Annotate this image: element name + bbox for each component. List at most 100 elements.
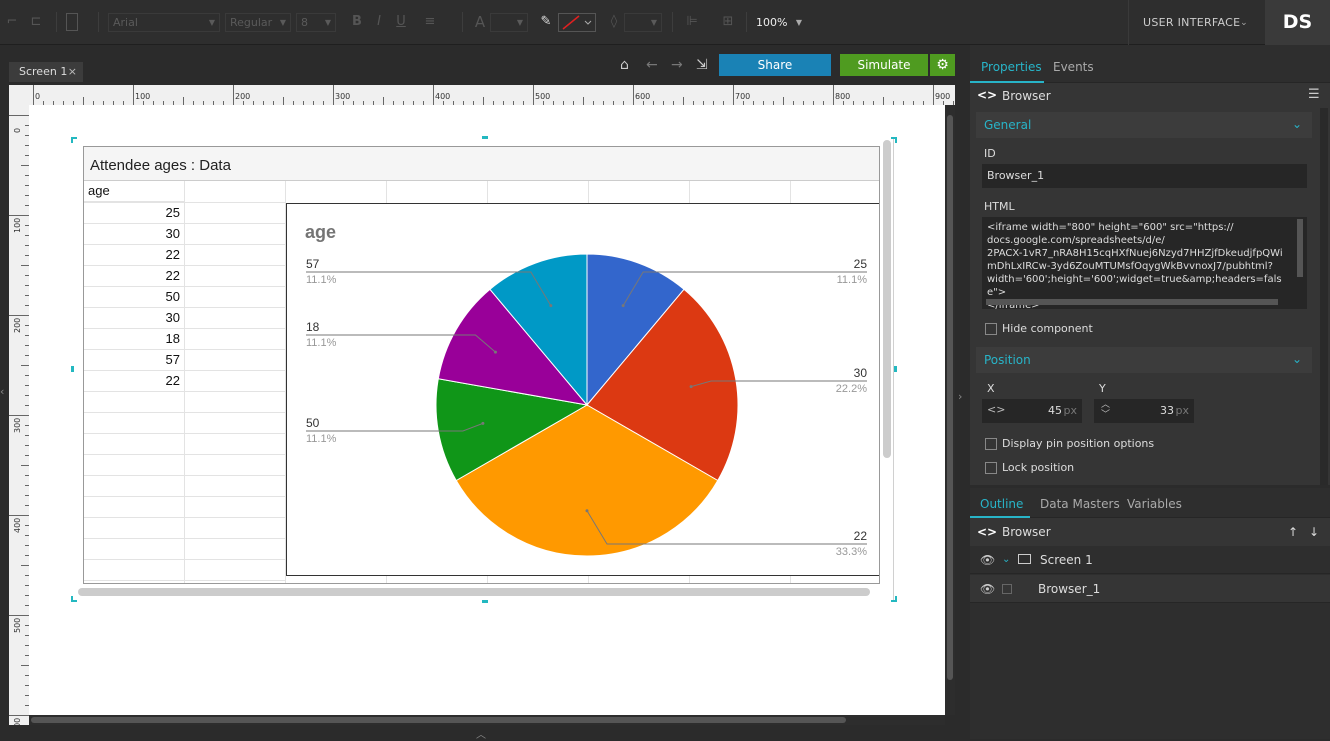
- font-size-select[interactable]: 8 ▼: [296, 13, 336, 32]
- ruler-tick: [883, 97, 884, 105]
- distribute-icon[interactable]: ⊞: [720, 14, 736, 30]
- canvas-horizontal-scrollbar[interactable]: [29, 715, 945, 725]
- y-value: 33: [1160, 404, 1174, 417]
- italic-button[interactable]: I: [371, 14, 387, 30]
- tab-data-masters[interactable]: Data Masters: [1040, 497, 1120, 511]
- ruler-tick: [21, 365, 29, 366]
- bold-button[interactable]: B: [349, 14, 365, 30]
- chevron-down-icon[interactable]: ⌄: [1002, 546, 1010, 574]
- x-value: 45: [1048, 404, 1062, 417]
- ruler-tick: [133, 85, 134, 105]
- frame-icon[interactable]: [66, 13, 78, 31]
- zoom-select[interactable]: 100% ▼: [750, 13, 806, 32]
- format-painter-icon[interactable]: ⌐: [4, 14, 20, 30]
- ruler-tick: [533, 85, 534, 105]
- align-icon[interactable]: ⊫: [684, 14, 700, 30]
- ruler-tick: [633, 85, 634, 105]
- chevron-down-icon: ▼: [324, 18, 331, 27]
- scroll-thumb[interactable]: [31, 717, 846, 723]
- resize-handle[interactable]: [71, 137, 73, 143]
- font-style-select[interactable]: Regular ▼: [225, 13, 291, 32]
- leader-dot: [493, 350, 497, 354]
- data-cell: 22: [165, 373, 180, 388]
- ruler-tick: [21, 465, 29, 466]
- tab-outline[interactable]: Outline: [980, 497, 1023, 511]
- tab-properties[interactable]: Properties: [981, 60, 1042, 74]
- ruler-label: 200: [235, 92, 251, 101]
- resize-handle[interactable]: [895, 596, 897, 602]
- y-input[interactable]: ︿ ﹀ 33 px: [1094, 399, 1194, 423]
- eye-icon[interactable]: 👁: [980, 575, 995, 603]
- eye-icon[interactable]: 👁: [980, 546, 995, 574]
- resize-handle[interactable]: [894, 366, 897, 372]
- ruler-label: 600: [13, 718, 22, 725]
- chevron-down-icon: ▼: [650, 18, 657, 27]
- font-family-value: Arial: [113, 16, 138, 29]
- fill-drop-icon[interactable]: ◊: [606, 14, 622, 30]
- pen-icon[interactable]: ✎: [538, 14, 554, 30]
- resize-handle[interactable]: [71, 366, 74, 372]
- browser-vertical-scrollbar[interactable]: [883, 140, 891, 458]
- gear-icon[interactable]: ⚙: [930, 54, 955, 76]
- slice-percent: 22.2%: [836, 383, 867, 395]
- ruler-tick: [83, 97, 84, 105]
- data-cell: 25: [165, 205, 180, 220]
- arrow-left-icon[interactable]: ←: [646, 57, 658, 73]
- toolbar-divider: [56, 12, 57, 32]
- home-icon[interactable]: ⌂: [620, 57, 629, 73]
- panel-splitter[interactable]: ›: [955, 45, 970, 739]
- canvas-vertical-scrollbar[interactable]: [945, 105, 955, 715]
- resize-handle[interactable]: [71, 596, 73, 602]
- line-height-select[interactable]: ▼: [490, 13, 528, 32]
- stroke-color-picker[interactable]: [558, 13, 596, 32]
- fit-screen-icon[interactable]: ⇲: [696, 57, 708, 73]
- html-textarea[interactable]: <iframe width="800" height="600" src="ht…: [982, 217, 1307, 309]
- hide-component-label: Hide component: [1002, 322, 1093, 335]
- browser-horizontal-scrollbar[interactable]: [78, 588, 870, 596]
- menu-icon[interactable]: ☰: [1308, 87, 1320, 102]
- scroll-thumb[interactable]: [947, 115, 953, 680]
- position-section-header[interactable]: Position ⌄: [976, 347, 1312, 373]
- pin-options-checkbox[interactable]: [985, 438, 997, 450]
- hide-component-checkbox[interactable]: [985, 323, 997, 335]
- resize-handle[interactable]: [482, 600, 488, 603]
- font-family-select[interactable]: Arial ▼: [108, 13, 220, 32]
- chevron-left-icon[interactable]: ‹: [0, 385, 9, 398]
- resize-handle[interactable]: [895, 137, 897, 143]
- general-section-header[interactable]: General ⌄: [976, 112, 1312, 138]
- simulate-button[interactable]: Simulate: [840, 54, 928, 76]
- id-input[interactable]: Browser_1: [982, 164, 1307, 188]
- panel-scrollbar[interactable]: [1320, 108, 1328, 485]
- close-icon[interactable]: ×: [68, 62, 77, 82]
- checkbox-icon[interactable]: [1002, 584, 1012, 594]
- textarea-scrollbar[interactable]: [1297, 219, 1303, 277]
- x-input[interactable]: <> 45 px: [982, 399, 1082, 423]
- arrow-down-icon[interactable]: ↓: [1309, 518, 1319, 546]
- text-color-icon[interactable]: A: [472, 14, 488, 30]
- tab-events[interactable]: Events: [1053, 60, 1094, 74]
- textarea-hscrollbar[interactable]: [986, 299, 1278, 305]
- arrow-up-icon[interactable]: ↑: [1288, 518, 1298, 546]
- ruler-tick: [183, 97, 184, 105]
- outline-item-browser[interactable]: 👁 Browser_1: [970, 575, 1330, 603]
- tab-screen-1[interactable]: Screen 1 ×: [9, 62, 83, 82]
- workspace-selector[interactable]: USER INTERFACE ⌄: [1128, 0, 1260, 45]
- data-cell: 30: [165, 310, 180, 325]
- outline-item-screen[interactable]: 👁 ⌄ Screen 1: [970, 546, 1330, 574]
- resize-handle[interactable]: [482, 136, 488, 139]
- share-button[interactable]: Share: [719, 54, 831, 76]
- arrow-right-icon[interactable]: →: [671, 57, 683, 73]
- style-copy-icon[interactable]: ⊏: [28, 14, 44, 30]
- ruler-label: 500: [13, 617, 22, 633]
- opacity-select[interactable]: ▼: [624, 13, 662, 32]
- lock-position-checkbox[interactable]: [985, 462, 997, 474]
- browser-component[interactable]: Attendee ages : Data age 25 30 22 22 50 30 18 5…: [83, 146, 880, 584]
- ruler-label: 0: [35, 92, 41, 101]
- underline-button[interactable]: U: [393, 14, 409, 30]
- ruler-label: 700: [735, 92, 751, 101]
- font-style-value: Regular: [230, 16, 273, 29]
- chevron-right-icon[interactable]: ›: [958, 390, 962, 403]
- tab-variables[interactable]: Variables: [1127, 497, 1182, 511]
- leader-dot: [585, 509, 589, 513]
- text-align-icon[interactable]: ≡: [422, 14, 438, 30]
